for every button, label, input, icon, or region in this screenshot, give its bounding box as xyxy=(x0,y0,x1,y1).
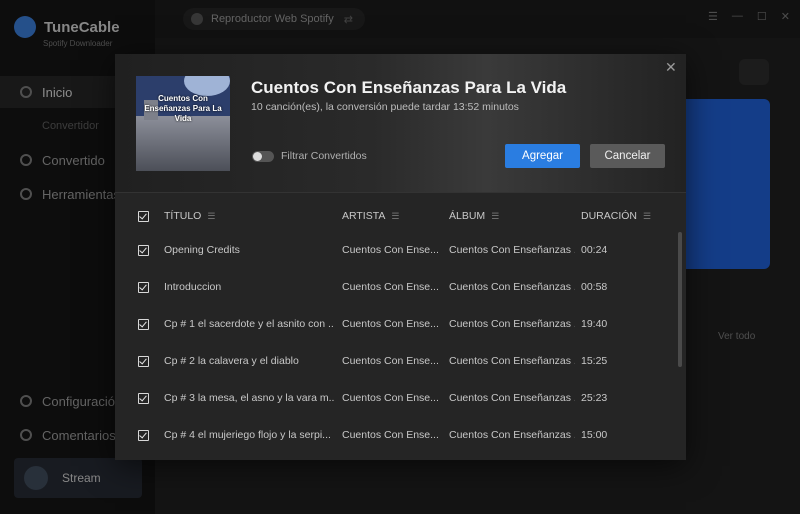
track-duration: 19:40 xyxy=(581,318,608,330)
table-row[interactable]: Cp # 2 la calavera y el diablo Cuentos C… xyxy=(115,343,686,380)
column-duration[interactable]: DURACIÓN ☰ xyxy=(581,210,651,222)
track-album: Cuentos Con Enseñanzas ... xyxy=(449,392,575,404)
track-artist: Cuentos Con Ense... xyxy=(342,355,439,367)
cancel-button[interactable]: Cancelar xyxy=(590,144,665,168)
close-icon[interactable]: ✕ xyxy=(665,59,677,76)
conversion-summary: 10 canción(es), la conversión puede tard… xyxy=(251,101,519,113)
sort-icon: ☰ xyxy=(491,211,500,221)
table-row[interactable]: Cp # 3 la mesa, el asno y la vara m... C… xyxy=(115,380,686,417)
column-album[interactable]: ÁLBUM ☰ xyxy=(449,210,499,222)
track-album: Cuentos Con Enseñanzas ... xyxy=(449,355,575,367)
track-checkbox[interactable] xyxy=(138,245,149,256)
track-checkbox[interactable] xyxy=(138,356,149,367)
sort-icon: ☰ xyxy=(391,211,400,221)
table-row[interactable]: Opening Credits Cuentos Con Ense... Cuen… xyxy=(115,232,686,269)
track-checkbox[interactable] xyxy=(138,282,149,293)
track-title: Cp # 1 el sacerdote y el asnito con ... xyxy=(164,318,334,330)
track-duration: 00:24 xyxy=(581,244,608,256)
add-songs-dialog: Cuentos Con Enseñanzas Para La Vida Cuen… xyxy=(115,54,686,460)
track-title: Cp # 4 el mujeriego flojo y la serpi... xyxy=(164,429,331,441)
track-album: Cuentos Con Enseñanzas ... xyxy=(449,244,575,256)
filter-converted-label: Filtrar Convertidos xyxy=(281,150,367,162)
track-album: Cuentos Con Enseñanzas ... xyxy=(449,281,575,293)
track-artist: Cuentos Con Ense... xyxy=(342,244,439,256)
track-checkbox[interactable] xyxy=(138,393,149,404)
track-artist: Cuentos Con Ense... xyxy=(342,318,439,330)
track-title: Cp # 2 la calavera y el diablo xyxy=(164,355,299,367)
add-button[interactable]: Agregar xyxy=(505,144,580,168)
filter-converted-toggle[interactable] xyxy=(252,151,274,162)
album-cover: Cuentos Con Enseñanzas Para La Vida xyxy=(136,76,230,171)
table-row[interactable]: Cp # 1 el sacerdote y el asnito con ... … xyxy=(115,306,686,343)
track-duration: 15:00 xyxy=(581,429,608,441)
album-title: Cuentos Con Enseñanzas Para La Vida xyxy=(251,78,567,97)
track-duration: 25:23 xyxy=(581,392,608,404)
table-row[interactable]: Introduccion Cuentos Con Ense... Cuentos… xyxy=(115,269,686,306)
sort-icon: ☰ xyxy=(643,211,652,221)
table-row[interactable]: Cp # 4 el mujeriego flojo y la serpi... … xyxy=(115,417,686,454)
track-duration: 15:25 xyxy=(581,355,608,367)
dialog-header: Cuentos Con Enseñanzas Para La Vida Cuen… xyxy=(115,54,686,193)
column-artist[interactable]: ARTISTA ☰ xyxy=(342,210,399,222)
track-checkbox[interactable] xyxy=(138,319,149,330)
sort-icon: ☰ xyxy=(207,211,216,221)
track-title: Cp # 3 la mesa, el asno y la vara m... xyxy=(164,392,334,404)
select-all-checkbox[interactable] xyxy=(138,211,149,222)
album-cover-text: Cuentos Con Enseñanzas Para La Vida xyxy=(144,94,222,123)
track-checkbox[interactable] xyxy=(138,430,149,441)
table-header: TÍTULO ☰ ARTISTA ☰ ÁLBUM ☰ DURACIÓN ☰ xyxy=(115,204,686,228)
track-album: Cuentos Con Enseñanzas ... xyxy=(449,429,575,441)
track-artist: Cuentos Con Ense... xyxy=(342,429,439,441)
column-title[interactable]: TÍTULO ☰ xyxy=(164,210,215,222)
track-artist: Cuentos Con Ense... xyxy=(342,281,439,293)
track-duration: 00:58 xyxy=(581,281,608,293)
app-window: TuneCable Spotify Downloader Inicio Conv… xyxy=(0,0,800,514)
track-list-scrollbar[interactable] xyxy=(678,232,682,367)
track-title: Opening Credits xyxy=(164,244,240,256)
track-title: Introduccion xyxy=(164,281,222,293)
track-artist: Cuentos Con Ense... xyxy=(342,392,439,404)
track-album: Cuentos Con Enseñanzas ... xyxy=(449,318,575,330)
